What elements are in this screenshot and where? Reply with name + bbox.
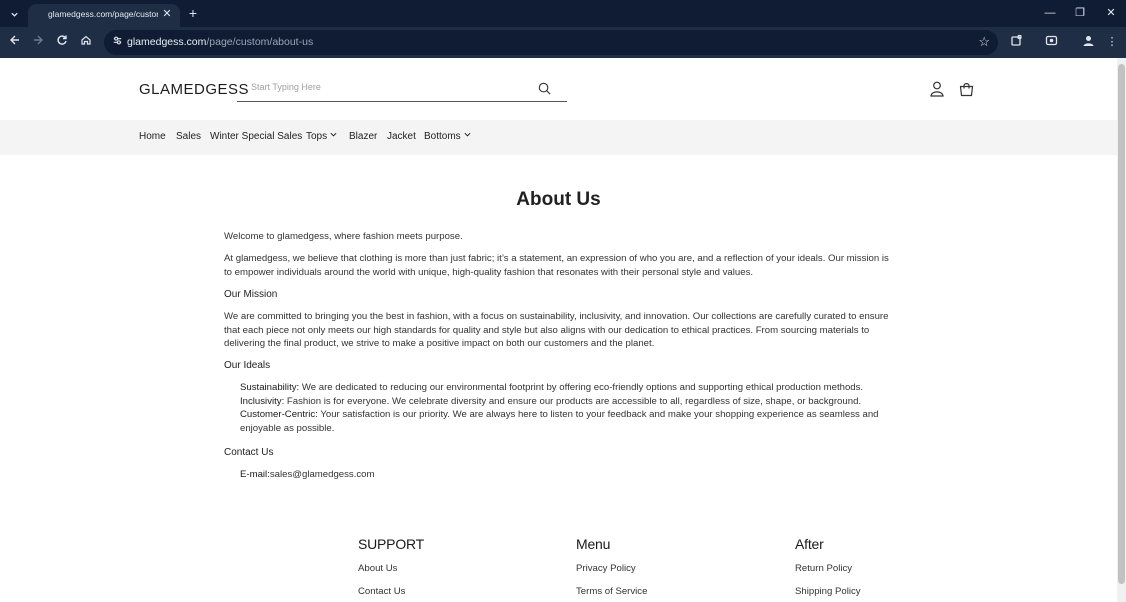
- nav-winter-special-sales[interactable]: Winter Special Sales: [210, 131, 302, 142]
- ideal-term: Customer-Centric:: [240, 409, 318, 421]
- url-domain: glamedgess.com: [127, 36, 207, 48]
- ideal-text: We are dedicated to reducing our environ…: [299, 382, 864, 393]
- ideals-heading: Our Ideals: [224, 360, 271, 371]
- restore-icon[interactable]: ❐: [1070, 5, 1090, 21]
- footer-after-column: After Return Policy Shipping Policy: [795, 536, 955, 597]
- website-viewport: GLAMEDGESS Home Sales Winter Special Sal…: [0, 58, 1117, 602]
- home-icon[interactable]: [78, 34, 94, 50]
- screenshot-icon[interactable]: [1043, 34, 1059, 50]
- search-bar: [237, 77, 567, 102]
- search-input[interactable]: [251, 82, 531, 92]
- tab-close-icon[interactable]: ✕: [160, 7, 174, 20]
- footer-link-shipping-policy[interactable]: Shipping Policy: [795, 586, 861, 597]
- cart-icon[interactable]: [959, 82, 974, 97]
- mission-text: We are committed to bringing you the bes…: [224, 311, 889, 350]
- nav-sales[interactable]: Sales: [176, 131, 201, 142]
- ideal-text: Your satisfaction is our priority. We ar…: [240, 409, 879, 434]
- close-window-icon[interactable]: ✕: [1101, 5, 1121, 21]
- browser-tab-active[interactable]: glamedgess.com/page/custom/a ✕: [28, 4, 180, 27]
- footer-link-contact-us[interactable]: Contact Us: [358, 586, 405, 597]
- footer-link-terms-of-service[interactable]: Terms of Service: [576, 586, 647, 597]
- chevron-down-icon: [330, 132, 337, 137]
- email-link[interactable]: sales@glamedgess.com: [270, 469, 375, 480]
- footer-link-privacy-policy[interactable]: Privacy Policy: [576, 563, 636, 574]
- search-icon[interactable]: [538, 82, 551, 95]
- tab-title: glamedgess.com/page/custom/a: [48, 9, 158, 19]
- footer-link-return-policy[interactable]: Return Policy: [795, 563, 852, 574]
- extensions-icon[interactable]: [1008, 34, 1024, 50]
- welcome-text: Welcome to glamedgess, where fashion mee…: [224, 231, 463, 242]
- email-label: E-mail:: [240, 469, 270, 480]
- list-item: E-mail:sales@glamedgess.com: [240, 468, 892, 482]
- mission-heading: Our Mission: [224, 289, 278, 300]
- intro-text: At glamedgess, we believe that clothing …: [224, 253, 889, 278]
- list-item: Sustainability: We are dedicated to redu…: [240, 381, 892, 395]
- main-navigation: Home Sales Winter Special Sales Tops Bla…: [0, 120, 1117, 155]
- list-item: Inclusivity: Fashion is for everyone. We…: [240, 395, 892, 409]
- browser-tabstrip: glamedgess.com/page/custom/a ✕ + — ❐ ✕: [0, 0, 1126, 27]
- nav-home[interactable]: Home: [139, 131, 166, 142]
- profile-icon[interactable]: [1080, 34, 1096, 50]
- nav-blazer[interactable]: Blazer: [349, 131, 377, 142]
- site-info-icon[interactable]: [110, 35, 124, 49]
- reload-icon[interactable]: [54, 34, 70, 50]
- list-item: Customer-Centric: Your satisfaction is o…: [240, 408, 892, 435]
- page-scrollbar[interactable]: [1117, 58, 1126, 602]
- forward-icon[interactable]: [30, 34, 46, 50]
- footer-menu-heading: Menu: [576, 536, 611, 552]
- account-icon[interactable]: [930, 81, 944, 97]
- nav-tops-label: Tops: [306, 131, 328, 142]
- nav-jacket[interactable]: Jacket: [387, 131, 416, 142]
- site-logo[interactable]: GLAMEDGESS: [139, 81, 249, 98]
- nav-tops[interactable]: Tops: [306, 131, 337, 142]
- footer-support-column: SUPPORT About Us Contact Us: [358, 536, 518, 597]
- ideal-text: Fashion is for everyone. We celebrate di…: [284, 395, 862, 407]
- nav-bottoms[interactable]: Bottoms: [424, 131, 471, 142]
- footer-after-heading: After: [795, 536, 824, 552]
- page-title: About Us: [516, 189, 601, 210]
- address-bar[interactable]: glamedgess.com/page/custom/about-us ☆: [104, 30, 998, 55]
- footer-menu-column: Menu Privacy Policy Terms of Service: [576, 536, 736, 597]
- nav-bottoms-label: Bottoms: [424, 131, 461, 142]
- chevron-down-icon: [464, 132, 471, 137]
- ideal-term: Sustainability:: [240, 382, 300, 393]
- url-text: glamedgess.com/page/custom/about-us: [127, 36, 313, 48]
- footer-link-about-us[interactable]: About Us: [358, 563, 397, 574]
- contact-heading: Contact Us: [224, 447, 274, 458]
- minimize-icon[interactable]: —: [1040, 5, 1060, 21]
- bookmark-star-icon[interactable]: ☆: [978, 34, 990, 50]
- ideal-term: Inclusivity:: [240, 395, 285, 407]
- back-icon[interactable]: [7, 34, 23, 50]
- browser-menu-icon[interactable]: ⋮: [1104, 34, 1120, 50]
- new-tab-icon[interactable]: +: [186, 5, 200, 21]
- browser-toolbar: glamedgess.com/page/custom/about-us ☆ ⋮: [0, 27, 1126, 58]
- footer-support-heading: SUPPORT: [358, 536, 425, 552]
- scrollbar-thumb[interactable]: [1118, 64, 1125, 584]
- tab-search-chevron-icon[interactable]: [5, 5, 23, 23]
- url-path: /page/custom/about-us: [206, 36, 314, 48]
- ideals-list: Sustainability: We are dedicated to redu…: [240, 381, 892, 435]
- contact-list: E-mail:sales@glamedgess.com: [240, 468, 892, 482]
